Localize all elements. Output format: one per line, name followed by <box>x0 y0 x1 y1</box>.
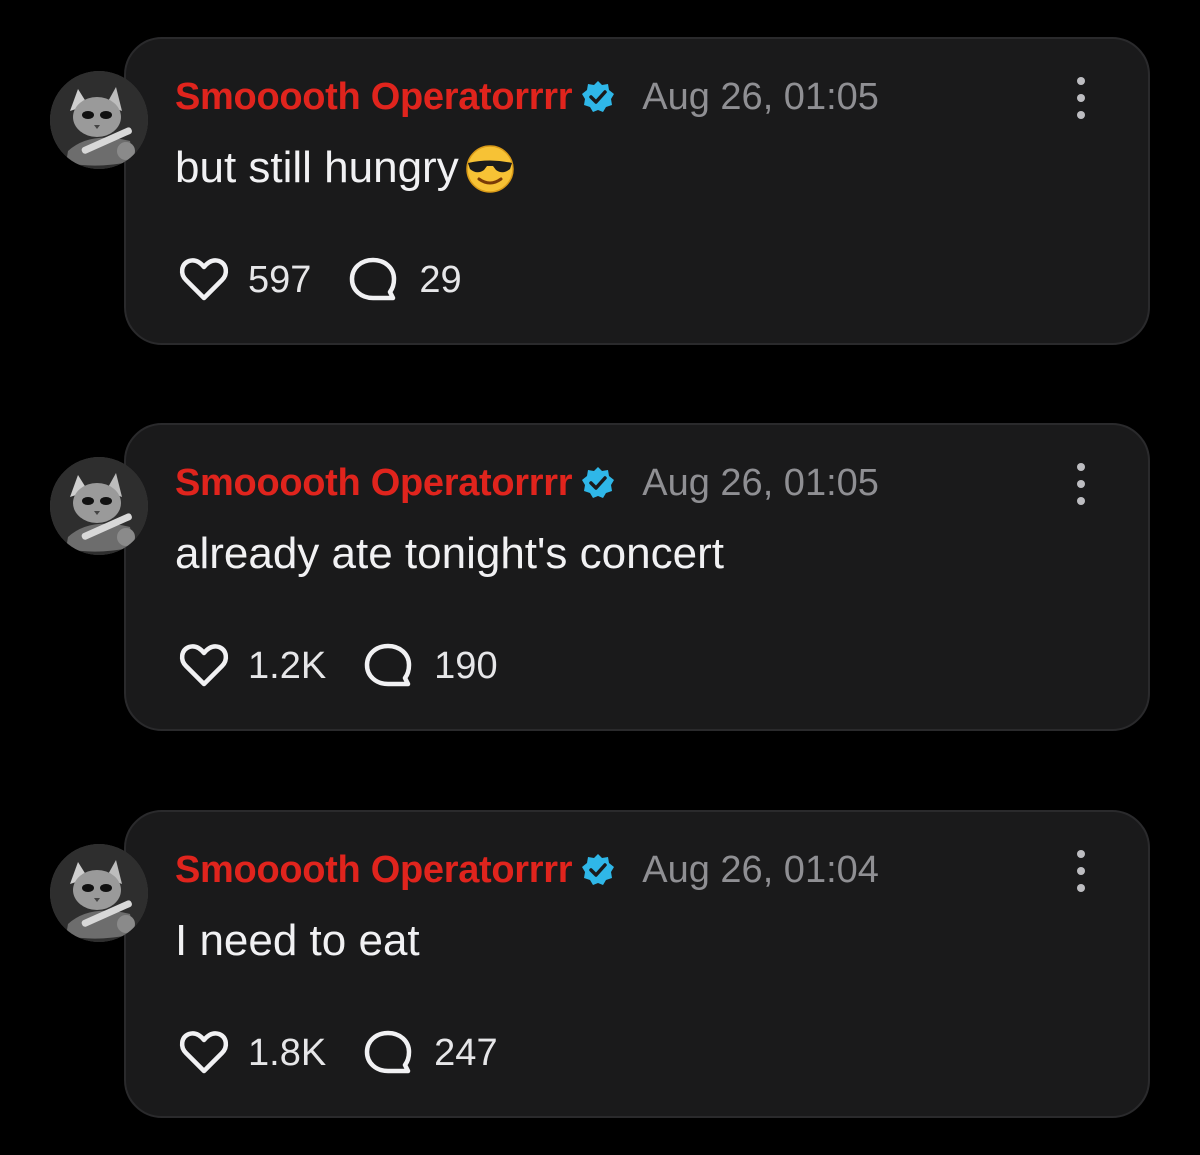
sunglasses-face-emoji-icon <box>461 143 519 193</box>
post-actions: 597 29 <box>176 252 462 308</box>
like-count: 1.8K <box>248 1031 327 1074</box>
like-button[interactable]: 1.8K <box>176 1025 326 1081</box>
timestamp: Aug 26, 01:05 <box>642 75 879 118</box>
cat-avatar-image <box>50 844 148 942</box>
post-text: I need to eat <box>175 916 420 965</box>
like-button[interactable]: 597 <box>176 252 311 308</box>
like-count: 597 <box>248 258 312 301</box>
username[interactable]: Smooooth Operatorrrr <box>175 849 573 892</box>
more-vertical-icon[interactable] <box>1074 850 1088 892</box>
cat-avatar-image <box>50 71 148 169</box>
verified-badge-icon <box>580 79 616 115</box>
like-count: 1.2K <box>248 644 327 687</box>
reply-count: 190 <box>434 644 498 687</box>
more-vertical-icon[interactable] <box>1074 77 1088 119</box>
post-actions: 1.2K 190 <box>176 638 498 694</box>
post-header: Smooooth Operatorrrr Aug 26, 01:05 <box>175 75 879 119</box>
post-header: Smooooth Operatorrrr Aug 26, 01:04 <box>175 848 879 892</box>
cat-avatar-image <box>50 457 148 555</box>
post-text: already ate tonight's concert <box>175 529 724 578</box>
post-header: Smooooth Operatorrrr Aug 26, 01:05 <box>175 461 879 505</box>
timestamp: Aug 26, 01:05 <box>642 461 879 504</box>
username[interactable]: Smooooth Operatorrrr <box>175 462 573 505</box>
post-text-row: I need to eat <box>175 915 420 967</box>
speech-bubble-icon <box>360 638 416 694</box>
reply-count: 247 <box>434 1031 498 1074</box>
heart-icon <box>176 638 232 694</box>
post-text-row: already ate tonight's concert <box>175 528 724 580</box>
verified-badge-icon <box>580 852 616 888</box>
reply-count: 29 <box>419 258 462 301</box>
timestamp: Aug 26, 01:04 <box>642 848 879 891</box>
more-vertical-icon[interactable] <box>1074 463 1088 505</box>
avatar[interactable] <box>50 457 148 555</box>
reply-button[interactable]: 190 <box>360 638 498 694</box>
like-button[interactable]: 1.2K <box>176 638 326 694</box>
post-card[interactable]: Smooooth Operatorrrr Aug 26, 01:04 I nee… <box>50 810 1150 1118</box>
avatar[interactable] <box>50 71 148 169</box>
post-actions: 1.8K 247 <box>176 1025 498 1081</box>
post-text-row: but still hungry <box>175 142 519 194</box>
reply-button[interactable]: 247 <box>360 1025 498 1081</box>
speech-bubble-icon <box>345 252 401 308</box>
speech-bubble-icon <box>360 1025 416 1081</box>
heart-icon <box>176 1025 232 1081</box>
heart-icon <box>176 252 232 308</box>
post-card[interactable]: Smooooth Operatorrrr Aug 26, 01:05 but s… <box>50 37 1150 345</box>
post-card[interactable]: Smooooth Operatorrrr Aug 26, 01:05 alrea… <box>50 423 1150 731</box>
post-text: but still hungry <box>175 143 459 192</box>
username[interactable]: Smooooth Operatorrrr <box>175 76 573 119</box>
reply-button[interactable]: 29 <box>345 252 462 308</box>
avatar[interactable] <box>50 844 148 942</box>
verified-badge-icon <box>580 465 616 501</box>
